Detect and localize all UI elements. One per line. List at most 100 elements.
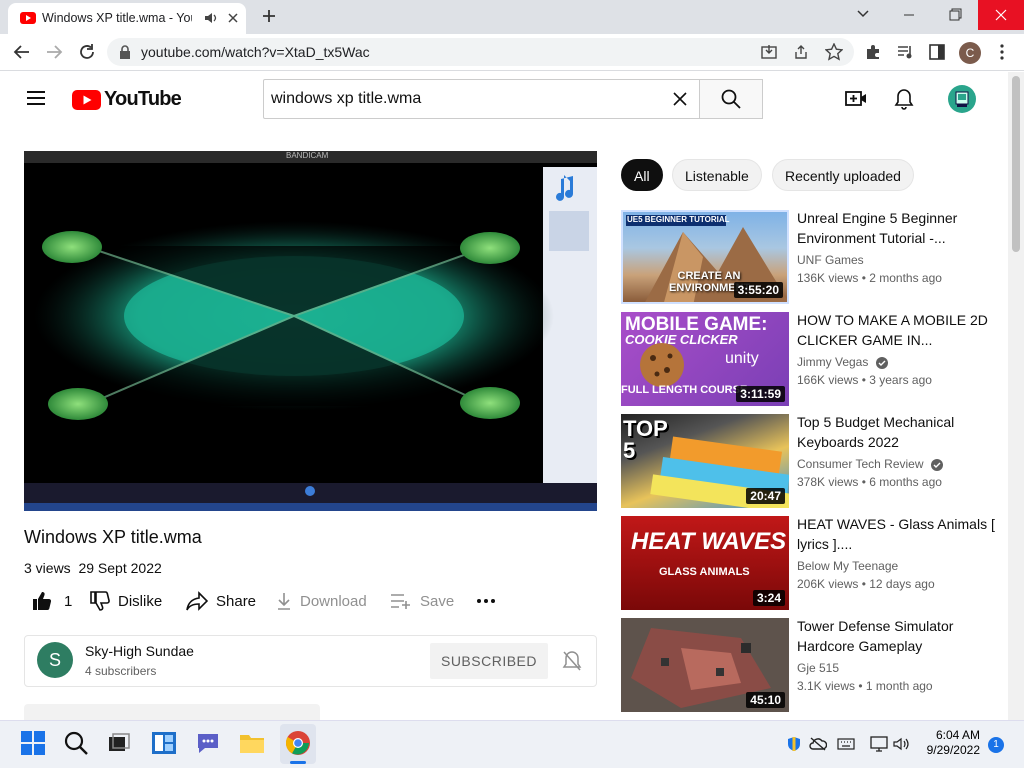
save-button[interactable]: Save — [390, 590, 454, 612]
recommendation-channel[interactable]: Jimmy Vegas — [797, 355, 888, 369]
browser-tab[interactable]: Windows XP title.wma - YouTube — [8, 3, 246, 34]
chrome-icon — [285, 731, 310, 755]
task-view-button[interactable] — [106, 730, 134, 758]
search-button[interactable] — [699, 79, 763, 119]
recommendation-title[interactable]: Tower Defense Simulator Hardcore Gamepla… — [797, 616, 997, 656]
recommendation-item[interactable]: HEAT WAVES GLASS ANIMALS 3:24 HEAT WAVES… — [621, 516, 1001, 612]
share-page-icon[interactable] — [793, 44, 809, 60]
video-thumbnail[interactable]: 45:10 — [621, 618, 789, 712]
search-input[interactable]: windows xp title.wma — [263, 79, 700, 119]
security-shield-icon[interactable] — [786, 736, 802, 752]
notification-off-bell-icon[interactable] — [562, 650, 582, 672]
media-controls-icon[interactable] — [897, 44, 915, 60]
file-explorer-button[interactable] — [239, 730, 267, 758]
recommendation-channel[interactable]: Consumer Tech Review — [797, 457, 943, 471]
youtube-logo[interactable]: YouTube — [72, 88, 182, 111]
chrome-menu-icon[interactable] — [999, 44, 1005, 60]
keyboard-icon[interactable] — [837, 738, 855, 750]
task-view-icon — [109, 733, 130, 751]
video-player[interactable]: BANDICAM — [24, 151, 597, 511]
create-video-icon[interactable] — [845, 89, 867, 107]
thumbs-up-icon — [32, 591, 52, 611]
dislike-label: Dislike — [118, 592, 163, 610]
video-thumbnail[interactable]: HEAT WAVES GLASS ANIMALS 3:24 — [621, 516, 789, 610]
recommendation-item[interactable]: 45:10 Tower Defense Simulator Hardcore G… — [621, 618, 1001, 714]
page-scrollbar[interactable] — [1008, 72, 1024, 720]
recommendation-channel[interactable]: Below My Teenage — [797, 559, 898, 573]
chat-icon — [198, 734, 218, 753]
thumbs-down-icon — [90, 591, 110, 611]
taskbar-search-icon — [64, 731, 88, 755]
install-app-icon[interactable] — [761, 44, 777, 60]
audio-playing-icon[interactable] — [204, 12, 218, 24]
download-button[interactable]: Download — [276, 590, 367, 612]
scrollbar-thumb[interactable] — [1012, 76, 1020, 252]
windows-logo-icon — [21, 731, 45, 755]
recommendation-meta: 166K views • 3 years ago — [797, 373, 932, 387]
taskbar-search-button[interactable] — [63, 730, 91, 758]
address-bar[interactable]: youtube.com/watch?v=XtaD_tx5Wac — [107, 38, 854, 66]
side-panel-icon[interactable] — [929, 44, 945, 60]
recommendation-title[interactable]: HEAT WAVES - Glass Animals [ lyrics ]...… — [797, 514, 997, 554]
account-avatar[interactable] — [948, 85, 976, 113]
reload-icon[interactable] — [78, 43, 96, 61]
recommendation-item[interactable]: MOBILE GAME: COOKIE CLICKER unity FULL L… — [621, 312, 1001, 408]
cloud-offline-icon[interactable] — [809, 737, 827, 751]
network-icon[interactable] — [870, 736, 888, 752]
lock-icon[interactable] — [119, 45, 131, 59]
system-clock[interactable]: 6:04 AM 9/29/2022 — [927, 728, 980, 758]
chrome-taskbar-button[interactable] — [280, 724, 316, 764]
recommendation-item[interactable]: UE5 BEGINNER TUTORIAL CREATE AN ENVIRONM… — [621, 210, 1001, 306]
video-thumbnail[interactable]: MOBILE GAME: COOKIE CLICKER unity FULL L… — [621, 312, 789, 406]
widgets-icon — [152, 732, 176, 754]
recommendation-title[interactable]: Top 5 Budget Mechanical Keyboards 2022 — [797, 412, 997, 452]
restore-button[interactable] — [932, 0, 978, 30]
dislike-button[interactable]: Dislike — [90, 590, 162, 612]
video-duration: 3:24 — [752, 590, 785, 606]
more-actions-button[interactable] — [476, 598, 496, 604]
video-thumbnail[interactable]: UE5 BEGINNER TUTORIAL CREATE AN ENVIRONM… — [621, 210, 789, 304]
close-tab-icon[interactable] — [227, 12, 239, 24]
hamburger-menu-icon[interactable] — [27, 90, 45, 106]
video-duration: 20:47 — [746, 488, 785, 504]
recommendation-channel[interactable]: UNF Games — [797, 253, 864, 267]
recommendation-title[interactable]: Unreal Engine 5 Beginner Environment Tut… — [797, 208, 997, 248]
chip-all[interactable]: All — [621, 159, 663, 191]
volume-icon[interactable] — [893, 737, 911, 751]
chip-recently-uploaded[interactable]: Recently uploaded — [772, 159, 914, 191]
recommendation-meta: 3.1K views • 1 month ago — [797, 679, 933, 693]
tab-search-icon[interactable] — [856, 9, 870, 19]
start-button[interactable] — [20, 730, 48, 758]
forward-icon[interactable] — [45, 44, 63, 60]
clear-search-icon[interactable] — [672, 91, 688, 107]
save-label: Save — [420, 592, 455, 610]
extensions-icon[interactable] — [865, 44, 881, 60]
recommendation-item[interactable]: TOP 5 20:47 Top 5 Budget Mechanical Keyb… — [621, 414, 1001, 510]
notifications-bell-icon[interactable] — [894, 88, 914, 110]
new-tab-icon[interactable] — [262, 9, 276, 23]
bookmark-star-icon[interactable] — [825, 43, 843, 61]
like-button[interactable]: 1 — [32, 590, 72, 612]
widgets-button[interactable] — [151, 730, 179, 758]
teams-chat-button[interactable] — [195, 730, 223, 758]
profile-avatar[interactable]: C — [959, 42, 981, 64]
thumbnail-brand-text: unity — [725, 350, 759, 367]
notification-badge[interactable]: 1 — [988, 737, 1004, 753]
channel-avatar[interactable]: S — [37, 642, 73, 678]
close-window-button[interactable] — [978, 0, 1024, 30]
chip-listenable[interactable]: Listenable — [672, 159, 762, 191]
share-button[interactable]: Share — [186, 590, 256, 612]
recommendation-title[interactable]: HOW TO MAKE A MOBILE 2D CLICKER GAME IN.… — [797, 310, 997, 350]
video-thumbnail[interactable]: TOP 5 20:47 — [621, 414, 789, 508]
description-box[interactable] — [24, 704, 320, 720]
folder-icon — [240, 735, 264, 753]
back-icon[interactable] — [13, 44, 31, 60]
recommendation-channel-name: Jimmy Vegas — [797, 355, 869, 369]
channel-name[interactable]: Sky-High Sundae — [85, 643, 194, 659]
video-duration: 3:11:59 — [736, 386, 785, 402]
recommendation-channel[interactable]: Gje 515 — [797, 661, 839, 675]
url-text: youtube.com/watch?v=XtaD_tx5Wac — [141, 44, 370, 60]
more-horizontal-icon — [477, 599, 495, 603]
subscribe-button[interactable]: SUBSCRIBED — [430, 643, 548, 679]
minimize-button[interactable] — [886, 0, 932, 30]
